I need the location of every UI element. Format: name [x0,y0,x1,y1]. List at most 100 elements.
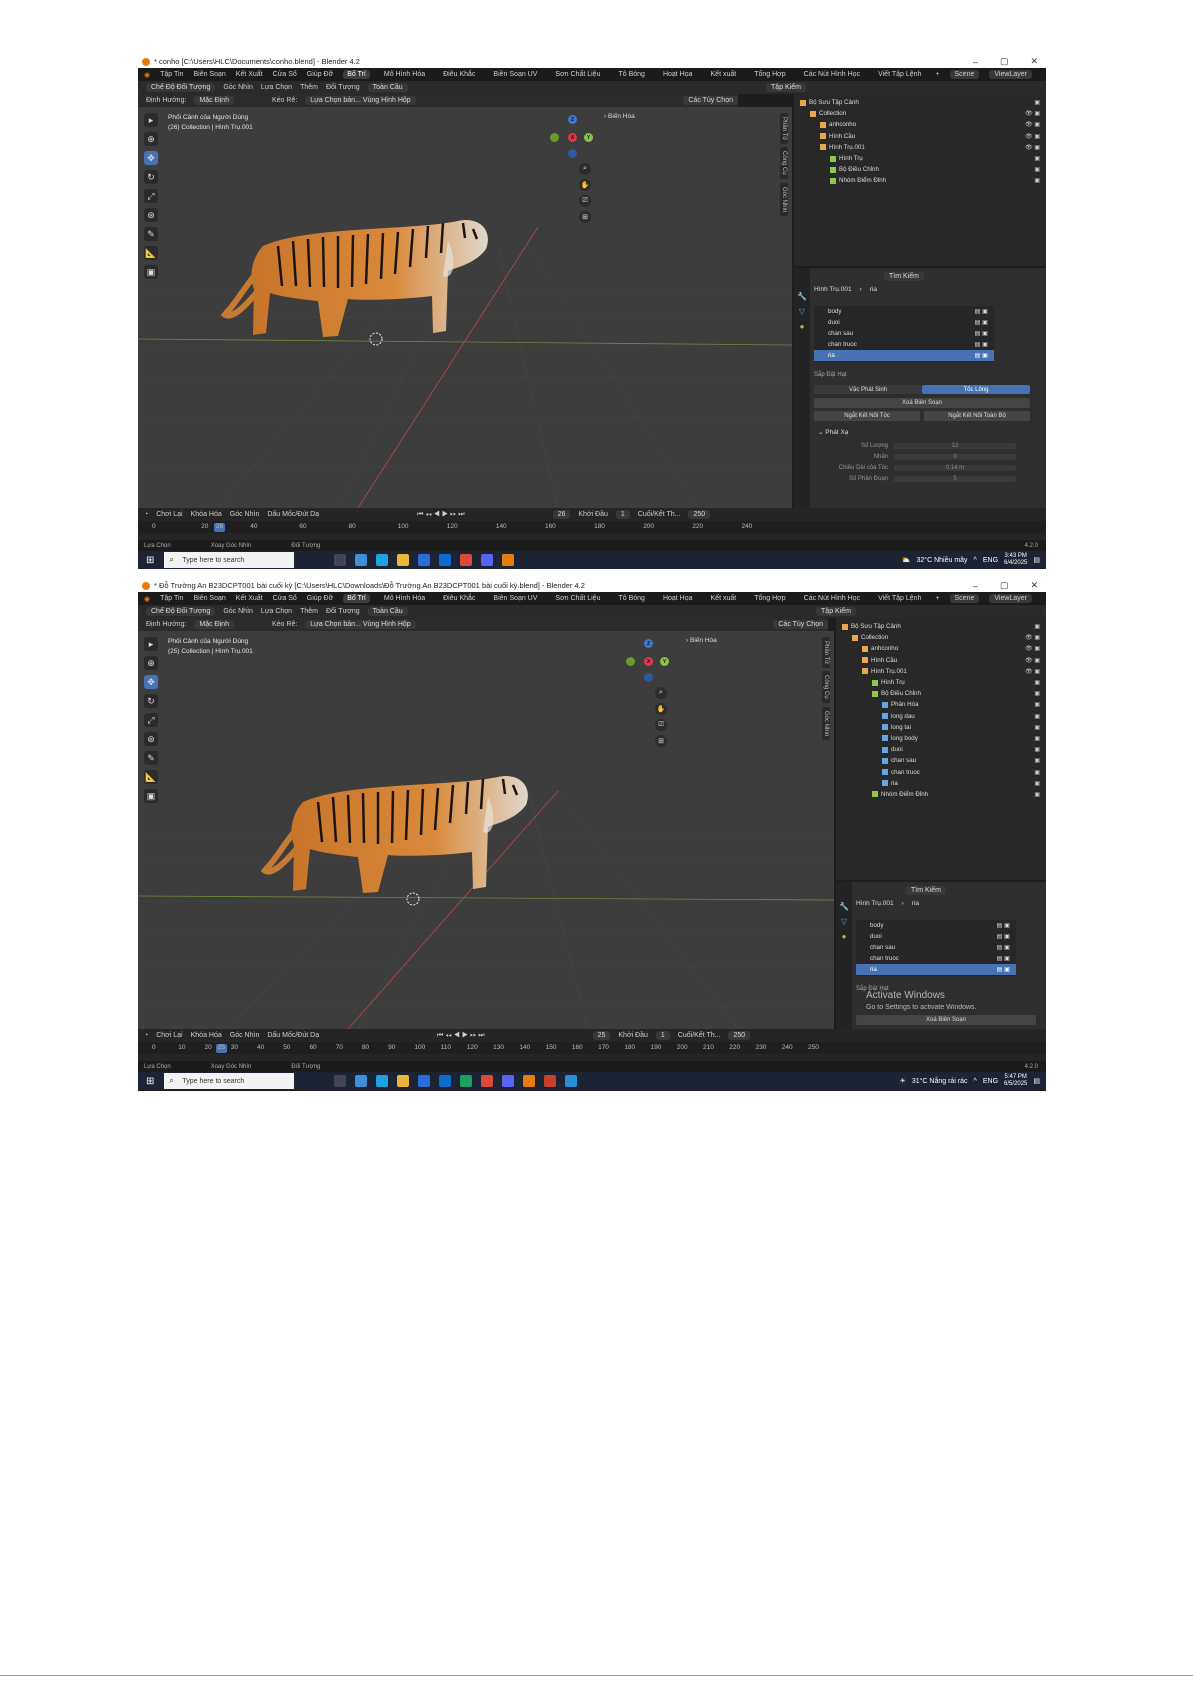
outliner-item[interactable]: Collection 👁 ▣ [836,632,1046,643]
timeline-editor-icon[interactable]: ◔ [144,511,148,518]
orientation-dropdown[interactable]: Mặc Định [194,96,234,105]
visibility-eye-icon[interactable]: ▣ [1034,780,1040,787]
object-menu[interactable]: Đối Tượng [326,84,360,91]
viewlayer-selector[interactable]: ViewLayer [989,70,1032,79]
visibility-eye-icon[interactable]: ▣ [1034,99,1040,106]
copilot-icon[interactable] [355,1075,368,1087]
tab-uv-editing[interactable]: Biên Soạn UV [489,70,541,79]
emission-field-value[interactable]: 5 [894,475,1016,482]
outliner-search[interactable]: Tập Kiểm [766,83,806,92]
visibility-eye-icon[interactable]: ▣ [1034,757,1040,764]
tiger-model[interactable] [218,201,518,361]
current-frame-field[interactable]: 25 [592,1031,611,1040]
navigation-gizmo-2[interactable]: Z X Y [626,639,670,683]
transform-panel-header[interactable]: › Biến Hóa [604,113,635,120]
menu-render[interactable]: Kết Xuất [236,71,263,78]
pan-hand-icon[interactable]: ✋ [655,703,667,715]
pan-hand-icon[interactable]: ✋ [579,179,591,191]
tab-scripting[interactable]: Viết Tập Lệnh [874,594,925,603]
minimize-icon[interactable]: – [973,581,978,591]
current-frame-marker[interactable]: 25 [215,1044,227,1053]
y-axis-icon[interactable]: Y [660,657,669,666]
visibility-eye-icon[interactable]: 👁 ▣ [1025,144,1040,151]
view-menu-tl[interactable]: Góc Nhìn [230,511,260,518]
visibility-eye-icon[interactable]: ▣ [1034,177,1040,184]
annotate-icon[interactable]: ✎ [144,751,158,765]
tab-shading[interactable]: Tô Bóng [614,594,648,603]
emission-field-value[interactable]: 12 [894,442,1016,449]
tool-tab-icon[interactable]: 🔧 [836,902,852,911]
object-data-tab-icon[interactable]: ▽ [836,917,852,926]
vertex-group-row[interactable]: duoi ▤ ▣ [814,317,994,328]
outliner-item[interactable]: Phân Hóa ▣ [836,699,1046,710]
menu-help[interactable]: Giúp Đỡ [307,71,333,78]
outliner-item[interactable]: Hình Trụ ▣ [794,153,1046,164]
grid-view-icon[interactable]: ⊞ [655,735,667,747]
marker-menu[interactable]: Dấu Mốc/Đút Dạ [267,1032,319,1039]
windows-start-icon[interactable]: ⊞ [146,555,154,566]
outliner-item[interactable]: long dau ▣ [836,711,1046,722]
tab-layout[interactable]: Bố Trí [343,594,370,603]
tool-tab-icon[interactable]: 🔧 [794,292,810,301]
outliner-item[interactable]: Bộ Sưu Tập Cảnh ▣ [794,97,1046,108]
outliner-item[interactable]: Bộ Điều Chỉnh ▣ [836,688,1046,699]
add-cube-icon[interactable]: ▣ [144,789,158,803]
visibility-eye-icon[interactable]: ▣ [1034,701,1040,708]
transform-panel-header-2[interactable]: › Biến Hóa [686,637,717,644]
select-box-icon[interactable]: ▸ [144,113,158,127]
zoom-icon[interactable]: ⌕ [579,163,591,175]
tiger-model-2[interactable] [258,757,558,917]
hair-tab[interactable]: Tốc Lông [922,385,1030,394]
emission-panel-header[interactable]: ⌄ Phát Xạ [818,428,848,436]
lang-indicator[interactable]: ENG [983,557,998,564]
emission-field-value[interactable]: 0.14 m [894,464,1016,471]
task-view-icon[interactable] [334,1075,347,1087]
outliner-item[interactable]: anhconho 👁 ▣ [794,119,1046,130]
add-cube-icon[interactable]: ▣ [144,265,158,279]
vertex-group-lock-icon[interactable]: ▤ ▣ [997,933,1010,940]
end-frame-field[interactable]: 250 [688,510,711,519]
select-menu[interactable]: Lựa Chọn [261,84,292,91]
blender-menu-icon[interactable]: ◉ [144,595,150,603]
tab-rendering[interactable]: Kết xuất [707,594,741,603]
visibility-eye-icon[interactable]: ▣ [1034,724,1040,731]
outliner-item[interactable]: Nhóm Điểm Đỉnh ▣ [794,175,1046,186]
z-axis-icon[interactable]: Z [644,639,653,648]
delete-edit-button[interactable]: Xoá Biên Soạn [856,1015,1036,1025]
visibility-eye-icon[interactable]: 👁 ▣ [1025,657,1040,664]
store-icon[interactable] [418,1075,431,1087]
select-menu[interactable]: Lựa Chọn [261,608,292,615]
visibility-eye-icon[interactable]: ▣ [1034,155,1040,162]
tab-shading[interactable]: Tô Bóng [614,70,648,79]
scale-icon[interactable]: ⤢ [144,713,158,727]
outliner-item[interactable]: Hình Trụ ▣ [836,677,1046,688]
x-axis-icon[interactable]: X [568,133,577,142]
navigation-gizmo[interactable]: Z X Y [550,115,594,159]
close-icon[interactable]: ✕ [1030,56,1038,67]
outliner-item[interactable]: Collection 👁 ▣ [794,108,1046,119]
menu-edit[interactable]: Biên Soạn [193,71,225,78]
discord-icon[interactable] [502,1075,515,1087]
rotate-icon[interactable]: ↻ [144,170,158,184]
object-data-tab-icon[interactable]: ▽ [794,307,810,316]
options-dropdown[interactable]: Các Tùy Chọn [683,96,738,105]
tab-layout[interactable]: Bố Trí [343,70,370,79]
neg-z-axis-icon[interactable] [568,149,577,158]
tab-uv-editing[interactable]: Biên Soạn UV [489,594,541,603]
outliner-item[interactable]: long body ▣ [836,733,1046,744]
winrar-icon[interactable] [544,1075,557,1087]
visibility-eye-icon[interactable]: 👁 ▣ [1025,645,1040,652]
vertex-group-list[interactable]: body ▤ ▣ duoi ▤ ▣ chan sau ▤ ▣ chan truoc ▤ ▣ ri… [814,306,994,362]
vertex-group-row[interactable]: duoi ▤ ▣ [856,931,1016,942]
properties-search[interactable]: Tìm Kiếm [906,886,946,895]
tab-compositing[interactable]: Tổng Hợp [750,594,789,603]
outliner-search[interactable]: Tập Kiểm [816,607,856,616]
tab-compositing[interactable]: Tổng Hợp [750,70,789,79]
neg-z-axis-icon[interactable] [644,673,653,682]
weather-text[interactable]: 31°C Nắng rải rác [912,1078,968,1085]
options-dropdown[interactable]: Các Tùy Chọn [773,620,828,629]
blender-menu-icon[interactable]: ◉ [144,71,150,79]
orientation-dropdown[interactable]: Mặc Định [194,620,234,629]
scene-selector[interactable]: Scene [949,70,980,79]
transform-orientation-dropdown[interactable]: Toàn Cầu [367,607,408,616]
